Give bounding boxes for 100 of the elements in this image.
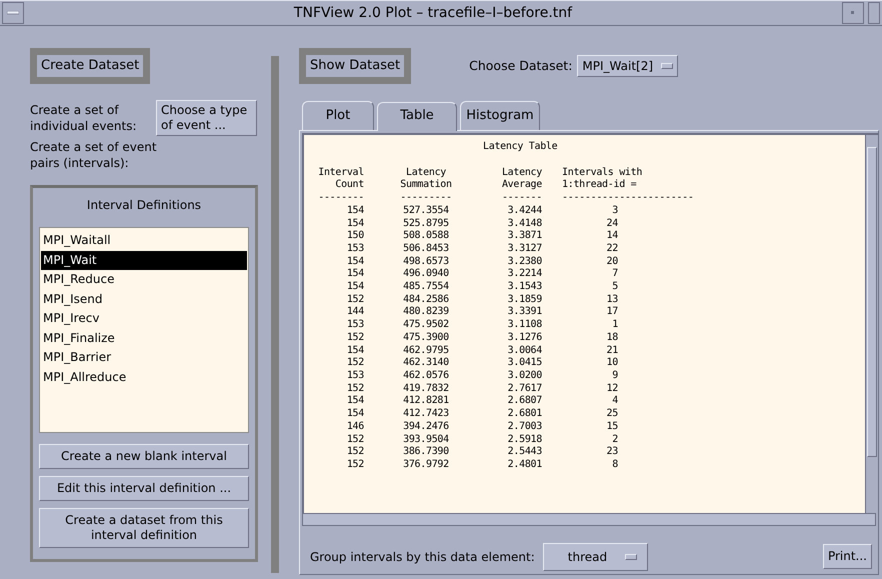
- show-dataset-button[interactable]: Show Dataset: [306, 55, 404, 78]
- table-cell-text: 9: [611, 370, 618, 383]
- table-cell: 412.8281: [403, 395, 449, 406]
- individual-events-label: Create a set of individual events:: [30, 102, 138, 134]
- table-cell: 150: [346, 230, 364, 242]
- table-cell: 3.0415: [508, 357, 542, 368]
- interval-item[interactable]: MPI_Barrier: [41, 348, 247, 368]
- new-interval-button[interactable]: Create a new blank interval: [39, 444, 249, 470]
- table-cell: 146: [346, 420, 364, 432]
- table-cell: 3.2380: [508, 256, 542, 267]
- table-cell: 153: [346, 370, 364, 381]
- maximize-button[interactable]: [868, 2, 880, 24]
- interval-item[interactable]: MPI_Finalize: [41, 328, 247, 348]
- bar-icon: [7, 11, 19, 15]
- table-cell: 3.2214: [508, 268, 542, 280]
- header-rule: --------: [318, 192, 364, 204]
- group-by-dropdown[interactable]: thread: [542, 542, 648, 571]
- table-cell: 2.6807: [508, 395, 542, 406]
- table-cell: 3.1859: [508, 294, 542, 305]
- table-cell: 2.5918: [508, 434, 542, 445]
- table-title: Latency Table: [483, 140, 558, 152]
- table-cell-text: 4: [611, 395, 618, 408]
- tab[interactable]: Plot: [302, 101, 374, 130]
- table-cell: 3.1108: [508, 319, 542, 330]
- tab[interactable]: Table: [377, 102, 457, 131]
- dropdown-indicator-icon: [625, 554, 638, 560]
- table-cell: 525.8795: [403, 218, 449, 229]
- table-cell: 462.0576: [403, 370, 449, 381]
- tab[interactable]: Histogram: [460, 101, 540, 130]
- table-cell: 484.2586: [403, 294, 449, 305]
- table-cell: 152: [346, 458, 364, 470]
- create-dataset-button[interactable]: Create Dataset: [37, 55, 144, 78]
- table-cell: 496.0940: [403, 268, 449, 280]
- table-cell-text: 5: [611, 281, 618, 294]
- group-by-label: Group intervals by this data element:: [310, 548, 535, 566]
- table-cell: 480.8239: [403, 306, 449, 318]
- header-rule: ---------: [400, 192, 452, 204]
- vertical-scrollbar[interactable]: [865, 134, 878, 513]
- column-header: Interval Count: [318, 166, 364, 192]
- window-title: TNFView 2.0 Plot – tracefile–I–before.tnf: [292, 4, 574, 22]
- table-cell-text: 8: [611, 458, 618, 472]
- table-cell: 506.8453: [403, 242, 449, 254]
- table-cell: 152: [346, 357, 364, 368]
- table-cell-text: 22: [606, 242, 618, 256]
- event-pairs-label: Create a set of event pairs (intervals):: [30, 140, 158, 172]
- interval-item[interactable]: MPI_Isend: [41, 290, 247, 310]
- table-cell: 3.1276: [508, 332, 542, 343]
- table-cell-text: 20: [606, 256, 618, 268]
- table-cell-text: 7: [611, 268, 618, 282]
- table-cell: 153: [346, 242, 364, 254]
- print-button[interactable]: Print...: [822, 544, 872, 570]
- table-cell: 2.4801: [508, 458, 542, 470]
- scrollbar-thumb[interactable]: [867, 146, 877, 457]
- event-type-button[interactable]: Choose a type of event ...: [156, 100, 257, 136]
- horizontal-scrollbar[interactable]: [302, 512, 876, 526]
- table-cell: 3.3871: [508, 230, 542, 242]
- table-cell: 393.9504: [403, 434, 449, 445]
- choose-dataset-label: Choose Dataset:: [469, 56, 572, 75]
- table-cell: 144: [346, 306, 364, 318]
- table-cell: 152: [346, 446, 364, 458]
- create-from-interval-button[interactable]: Create a dataset from this interval definition: [39, 508, 249, 548]
- column-header: Latency Average: [502, 166, 542, 192]
- table-cell-text: 25: [606, 408, 618, 421]
- table-cell-text: 1: [611, 319, 618, 332]
- table-cell-text: 2: [611, 434, 618, 446]
- table-cell: 412.7423: [403, 408, 449, 420]
- header-rule: -----------------------: [562, 192, 694, 204]
- table-cell-text: 10: [606, 357, 618, 370]
- interval-item[interactable]: MPI_Waitall: [41, 231, 247, 251]
- edit-interval-button[interactable]: Edit this interval definition ...: [39, 476, 249, 502]
- window-menu-button[interactable]: [2, 2, 24, 24]
- interval-item[interactable]: MPI_Reduce: [41, 270, 247, 290]
- column-header: Intervals with 1:thread-id =: [562, 166, 642, 192]
- table-cell: 3.4244: [508, 204, 542, 216]
- table-cell-text: 15: [606, 420, 618, 434]
- table-cell: 2.7617: [508, 382, 542, 394]
- interval-item[interactable]: MPI_Irecv: [41, 309, 247, 329]
- table-cell: 508.0588: [403, 230, 449, 242]
- table-cell-text: 24: [606, 218, 618, 230]
- table-cell: 154: [346, 281, 364, 292]
- table-cell: 154: [346, 344, 364, 356]
- minimize-button[interactable]: [842, 2, 864, 24]
- table-cell: 462.3140: [403, 357, 449, 368]
- table-cell-text: 17: [606, 306, 618, 320]
- dataset-dropdown[interactable]: MPI_Wait[2]: [577, 55, 678, 78]
- table-cell-text: 21: [606, 344, 618, 358]
- table-cell: 2.7003: [508, 420, 542, 432]
- table-cell: 3.4148: [508, 218, 542, 229]
- table-cell: 3.0200: [508, 370, 542, 381]
- table-cell: 527.3554: [403, 204, 449, 216]
- interval-item[interactable]: MPI_Allreduce: [41, 368, 247, 388]
- table-cell-text: 23: [606, 446, 618, 459]
- table-cell: 152: [346, 294, 364, 305]
- table-cell: 154: [346, 268, 364, 280]
- table-cell: 376.9792: [403, 458, 449, 470]
- header-rule: -------: [502, 192, 542, 204]
- table-cell: 152: [346, 332, 364, 343]
- interval-item[interactable]: MPI_Wait: [41, 250, 247, 270]
- table-cell: 2.5443: [508, 446, 542, 458]
- table-cell: 419.7832: [403, 382, 449, 394]
